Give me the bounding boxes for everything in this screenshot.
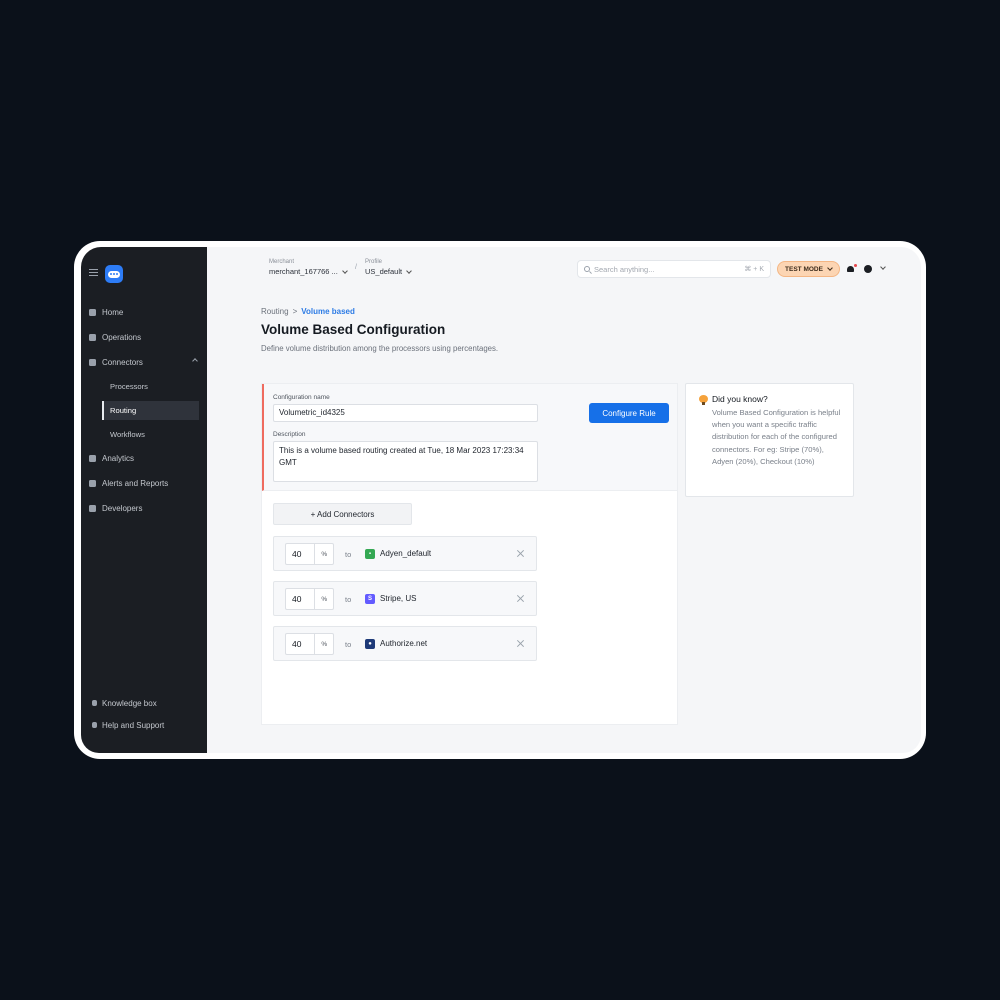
menu-icon[interactable] (89, 269, 98, 276)
breadcrumb-current: Volume based (301, 307, 355, 316)
merchant-value: merchant_167766 ... (269, 267, 338, 276)
to-label: to (345, 640, 352, 649)
page-subtitle: Define volume distribution among the pro… (261, 344, 499, 353)
percentage-unit: % (314, 634, 333, 654)
merchant-selector[interactable]: merchant_167766 ... (269, 267, 348, 276)
percentage-input[interactable]: 40 % (285, 588, 334, 610)
sidebar-subitem-label: Routing (110, 406, 137, 415)
developers-icon (89, 504, 96, 512)
percentage-value: 40 (292, 639, 302, 649)
percentage-unit: % (314, 544, 333, 564)
stripe-logo-icon: S (365, 594, 375, 604)
sidebar-item-operations[interactable]: Operations (89, 327, 199, 347)
operations-icon (89, 333, 96, 341)
knowledge-box-link[interactable]: Knowledge box (92, 695, 157, 711)
alerts-icon (89, 479, 96, 487)
lightbulb-icon (699, 395, 708, 405)
connectors-icon (89, 358, 96, 366)
sidebar-item-connectors[interactable]: Connectors (89, 352, 199, 372)
percentage-unit: % (314, 589, 333, 609)
to-label: to (345, 550, 352, 559)
analytics-icon (89, 454, 96, 462)
knowledge-box-label: Knowledge box (102, 698, 157, 708)
sidebar-item-label: Developers (102, 503, 143, 513)
connector-row: 40 % to ● Authorize.net (273, 626, 537, 661)
chevron-down-icon (341, 267, 348, 274)
percentage-value: 40 (292, 549, 302, 559)
page-title: Volume Based Configuration (261, 322, 446, 337)
add-connectors-button[interactable]: + Add Connectors (273, 503, 412, 525)
sidebar-item-analytics[interactable]: Analytics (89, 448, 199, 468)
percentage-value: 40 (292, 594, 302, 604)
search-input[interactable]: Search anything... ⌘ + K (577, 260, 771, 278)
sidebar-item-workflows[interactable]: Workflows (102, 425, 199, 444)
adyen-logo-icon: ▪ (365, 549, 375, 559)
remove-icon[interactable] (516, 549, 525, 558)
sidebar-item-routing[interactable]: Routing (102, 401, 199, 420)
sidebar-subitem-label: Workflows (110, 430, 145, 439)
to-label: to (345, 595, 352, 604)
chevron-up-icon (192, 358, 198, 364)
profile-selector[interactable]: US_default (365, 267, 412, 276)
sidebar-item-home[interactable]: Home (89, 302, 199, 322)
connector-name: Adyen_default (380, 549, 432, 558)
config-name-input[interactable]: Volumetric_id4325 (273, 404, 538, 422)
app-logo[interactable] (105, 265, 123, 283)
search-placeholder: Search anything... (594, 264, 655, 274)
sidebar-item-processors[interactable]: Processors (102, 377, 199, 396)
main-content: Merchant merchant_167766 ... / Profile U… (207, 247, 921, 753)
breadcrumb: Routing > Volume based (261, 307, 355, 316)
did-you-know-card: Did you know? Volume Based Configuration… (685, 383, 854, 497)
connector-name: Authorize.net (380, 639, 428, 648)
authorize-net-logo-icon: ● (365, 639, 375, 649)
topbar-separator: / (355, 264, 357, 271)
app-window: Home Operations Connectors Processors Ro… (81, 247, 921, 753)
lightbulb-icon (92, 700, 97, 706)
avatar[interactable] (864, 265, 872, 273)
description-label: Description (273, 431, 306, 438)
test-mode-toggle[interactable]: TEST MODE (777, 261, 840, 277)
sidebar-item-label: Connectors (102, 357, 143, 367)
help-support-label: Help and Support (102, 720, 165, 730)
breadcrumb-separator: > (292, 307, 298, 316)
connector-row: 40 % to ▪ Adyen_default (273, 536, 537, 571)
sidebar-item-alerts[interactable]: Alerts and Reports (89, 473, 199, 493)
percentage-input[interactable]: 40 % (285, 633, 334, 655)
sidebar-item-label: Operations (102, 332, 142, 342)
sidebar-item-developers[interactable]: Developers (89, 498, 199, 518)
description-textarea[interactable]: This is a volume based routing created a… (273, 441, 538, 482)
tip-body: Volume Based Configuration is helpful wh… (712, 408, 841, 466)
configure-rule-button[interactable]: Configure Rule (589, 403, 669, 423)
profile-value: US_default (365, 267, 403, 276)
tip-title: Did you know? (712, 394, 768, 404)
sidebar-subitem-label: Processors (110, 382, 148, 391)
support-icon (92, 722, 97, 728)
chevron-down-icon (406, 267, 412, 274)
connector-name: Stripe, US (380, 594, 417, 603)
connector-row: 40 % to S Stripe, US (273, 581, 537, 616)
percentage-input[interactable]: 40 % (285, 543, 334, 565)
search-shortcut: ⌘ + K (744, 266, 764, 273)
test-mode-label: TEST MODE (785, 265, 823, 273)
sidebar-item-label: Analytics (102, 453, 135, 463)
config-name-label: Configuration name (273, 394, 330, 401)
configuration-card: Configuration name Volumetric_id4325 Des… (261, 383, 678, 725)
home-icon (89, 308, 96, 316)
sidebar: Home Operations Connectors Processors Ro… (81, 247, 207, 753)
notification-bell-icon[interactable] (847, 264, 857, 273)
chevron-down-icon (827, 265, 833, 271)
sidebar-item-label: Alerts and Reports (102, 478, 169, 488)
merchant-label: Merchant (269, 259, 295, 265)
help-support-link[interactable]: Help and Support (92, 717, 164, 733)
profile-label: Profile (365, 259, 383, 265)
remove-icon[interactable] (516, 639, 525, 648)
search-icon (584, 266, 590, 272)
breadcrumb-parent[interactable]: Routing (261, 307, 289, 316)
remove-icon[interactable] (516, 594, 525, 603)
sidebar-item-label: Home (102, 307, 124, 317)
configuration-form: Configuration name Volumetric_id4325 Des… (262, 384, 677, 491)
chevron-down-icon[interactable] (880, 264, 886, 270)
